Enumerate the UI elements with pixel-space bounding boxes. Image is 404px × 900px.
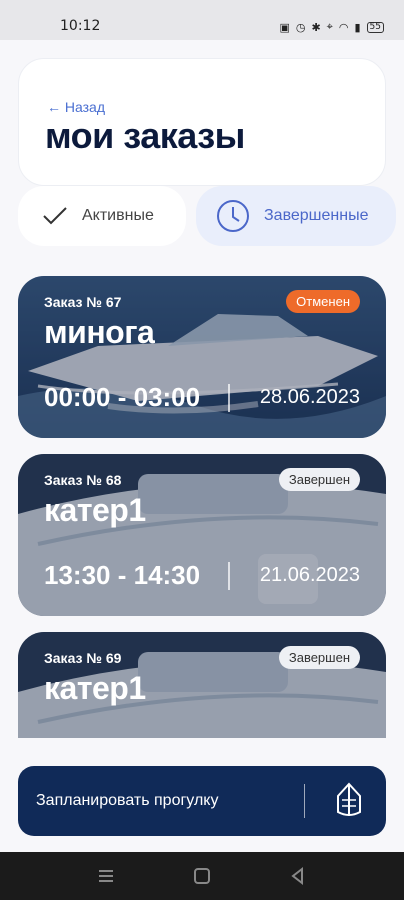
clock-icon [217, 200, 249, 232]
order-card[interactable]: Заказ № 68 катер1 Завершен 13:30 - 14:30… [18, 454, 386, 616]
order-date: 21.06.2023 [259, 564, 360, 586]
bluetooth-icon: ✱ [311, 20, 321, 34]
plan-trip-label: Запланировать прогулку [36, 792, 219, 809]
recent-apps-icon[interactable] [96, 866, 116, 886]
status-time: 10:12 [60, 18, 101, 34]
battery-icon: 55 [366, 21, 384, 33]
check-icon [43, 207, 67, 225]
tab-completed-label: Завершенные [264, 207, 369, 224]
order-card[interactable]: Заказ № 67 минога Отменен 00:00 - 03:00 … [18, 276, 386, 438]
order-time: 00:00 - 03:00 [44, 382, 201, 412]
divider [228, 562, 230, 590]
home-icon[interactable] [192, 866, 212, 886]
tab-active-label: Активные [82, 207, 154, 224]
back-nav-icon[interactable] [288, 866, 308, 886]
wifi-icon: ◠ [338, 20, 349, 34]
notification-icon: ▣ [279, 20, 290, 34]
app-screen: ← Назад мои заказы Активные Завершенные [0, 40, 404, 852]
order-date: 28.06.2023 [259, 386, 360, 408]
tab-active[interactable]: Активные [18, 186, 186, 246]
plan-trip-button[interactable]: Запланировать прогулку [18, 766, 386, 836]
divider [228, 384, 230, 412]
boat-name: катер1 [44, 492, 146, 528]
order-number: Заказ № 67 [44, 294, 122, 310]
boat-icon [337, 782, 361, 816]
tab-completed[interactable]: Завершенные [196, 186, 396, 246]
location-icon: ⌖ [326, 20, 333, 33]
status-bar: 10:12 ▣ ◷ ✱ ⌖ ◠ ▮ 55 [0, 0, 404, 40]
alarm-icon: ◷ [295, 20, 306, 34]
back-button[interactable]: ← Назад [47, 99, 105, 115]
order-number: Заказ № 68 [44, 472, 122, 488]
status-icons: ▣ ◷ ✱ ⌖ ◠ ▮ 55 [279, 20, 384, 34]
signal-icon: ▮ [354, 20, 361, 34]
order-tabs: Активные Завершенные [18, 186, 396, 246]
status-badge: Завершен [278, 468, 360, 491]
boat-name: катер1 [44, 670, 146, 706]
order-time: 13:30 - 14:30 [44, 560, 201, 590]
page-title: мои заказы [45, 115, 245, 156]
status-badge: Завершен [278, 646, 360, 669]
header-card: ← Назад мои заказы [18, 58, 386, 186]
boat-name: минога [44, 314, 155, 350]
divider [304, 784, 305, 818]
status-badge: Отменен [286, 290, 360, 313]
orders-list: Заказ № 67 минога Отменен 00:00 - 03:00 … [18, 276, 386, 738]
order-number: Заказ № 69 [44, 650, 122, 666]
order-card[interactable]: Заказ № 69 катер1 Завершен [18, 632, 386, 738]
system-nav-bar [0, 852, 404, 900]
